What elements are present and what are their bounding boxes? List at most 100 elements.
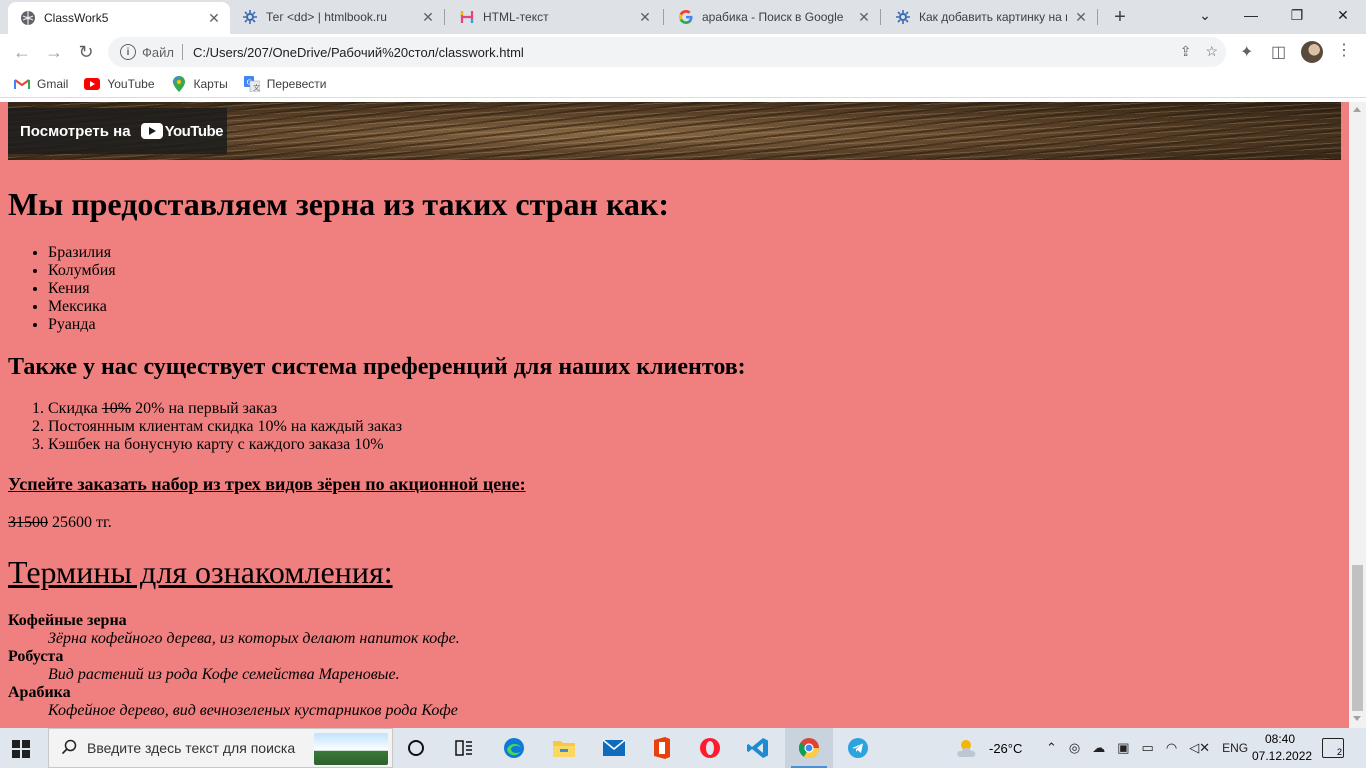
list-item: Колумбия xyxy=(48,262,116,280)
glossary-definition: Кофейное дерево, вид вечнозеленых кустар… xyxy=(48,702,458,719)
scroll-down-icon[interactable] xyxy=(1353,716,1361,721)
glossary-term: Робуста xyxy=(8,648,64,665)
input-language[interactable]: ENG xyxy=(1222,741,1248,755)
old-discount: 10% xyxy=(101,400,132,417)
edge-icon[interactable] xyxy=(490,728,538,768)
bookmarks-bar: Gmail YouTube Карты G文 Перевести xyxy=(0,70,1366,98)
tab-htmlbook-dd[interactable]: Тег <dd> | htmlbook.ru ✕ xyxy=(230,0,444,34)
tab-html-text[interactable]: HTML-текст ✕ xyxy=(447,0,661,34)
svg-text:文: 文 xyxy=(253,83,260,92)
youtube-play-icon xyxy=(140,123,163,139)
display-icon[interactable]: ▣ xyxy=(1117,740,1129,756)
scroll-thumb[interactable] xyxy=(1352,565,1363,711)
tab-google-search[interactable]: арабика - Поиск в Google ✕ xyxy=(666,0,880,34)
system-clock[interactable]: 08:40 07.12.2022 xyxy=(1252,731,1313,765)
notification-center-icon[interactable]: 2 xyxy=(1322,738,1344,758)
close-tab-icon[interactable]: ✕ xyxy=(856,9,872,25)
tab-search-icon[interactable]: ⌄ xyxy=(1182,0,1228,30)
tab-title: Тег <dd> | htmlbook.ru xyxy=(266,10,387,24)
youtube-icon xyxy=(84,77,101,91)
close-tab-icon[interactable]: ✕ xyxy=(637,9,653,25)
windows-start-icon[interactable] xyxy=(12,740,30,758)
tab-classwork5[interactable]: ClassWork5 ✕ xyxy=(8,2,230,34)
bookmark-star-icon[interactable]: ☆ xyxy=(1205,43,1218,60)
page-scrollbar[interactable] xyxy=(1349,102,1366,728)
close-tab-icon[interactable]: ✕ xyxy=(206,10,222,26)
telegram-icon[interactable] xyxy=(834,728,882,768)
vscode-icon[interactable] xyxy=(734,728,782,768)
minimize-icon[interactable]: — xyxy=(1228,0,1274,30)
bookmark-label: Перевести xyxy=(266,76,327,91)
glossary: Кофейные зерна Зёрна кофейного дерева, и… xyxy=(8,612,460,720)
list-item: Кения xyxy=(48,280,116,298)
extensions-icon[interactable]: ✦ xyxy=(1240,42,1253,62)
clock-date: 07.12.2022 xyxy=(1252,749,1313,763)
old-price: 31500 xyxy=(8,514,48,531)
mail-icon[interactable] xyxy=(590,728,638,768)
close-tab-icon[interactable]: ✕ xyxy=(1073,9,1089,25)
volume-muted-icon[interactable]: ◁✕ xyxy=(1189,740,1210,756)
security-icon[interactable]: ◎ xyxy=(1069,740,1080,756)
menu-icon[interactable]: ⋮ xyxy=(1336,40,1352,60)
weather-widget[interactable]: -26°C xyxy=(955,728,1022,768)
list-item: Мексика xyxy=(48,298,116,316)
system-tray: ⌃ ◎ ☁ ▣ ▭ ◠ ◁✕ ENG xyxy=(1046,728,1248,768)
side-panel-icon[interactable]: ◫ xyxy=(1271,42,1286,62)
bookmark-maps[interactable]: Карты xyxy=(171,75,228,92)
preferences-list: Скидка 10% 20% на первый заказ Постоянны… xyxy=(48,400,402,454)
tab-title: ClassWork5 xyxy=(44,11,109,25)
watch-label: Посмотреть на xyxy=(20,122,131,140)
preferences-heading: Также у нас существует система преференц… xyxy=(8,354,746,380)
show-hidden-icons-icon[interactable]: ⌃ xyxy=(1046,740,1057,756)
watch-on-youtube-button[interactable]: Посмотреть на YouTube xyxy=(8,108,227,154)
close-tab-icon[interactable]: ✕ xyxy=(420,9,436,25)
forward-icon[interactable]: → xyxy=(40,38,68,66)
battery-icon[interactable]: ▭ xyxy=(1142,740,1154,756)
bookmark-label: Gmail xyxy=(37,76,69,91)
promo-heading: Успейте заказать набор из трех видов зёр… xyxy=(8,474,526,494)
translate-icon: G文 xyxy=(243,75,260,92)
file-explorer-icon[interactable] xyxy=(540,728,588,768)
cortana-icon[interactable] xyxy=(392,728,440,768)
omnibox-divider xyxy=(181,44,183,60)
bookmark-label: YouTube xyxy=(107,76,155,91)
countries-heading: Мы предоставляем зерна из таких стран ка… xyxy=(8,186,669,222)
onedrive-icon[interactable]: ☁ xyxy=(1092,740,1105,756)
terms-heading: Термины для ознакомления: xyxy=(8,554,393,590)
scroll-up-icon[interactable] xyxy=(1353,107,1361,112)
svg-text:G: G xyxy=(246,78,251,86)
task-view-icon[interactable] xyxy=(440,728,488,768)
share-icon[interactable]: ⇪ xyxy=(1180,43,1192,60)
glossary-term: Арабика xyxy=(8,684,71,701)
bookmark-youtube[interactable]: YouTube xyxy=(84,76,155,91)
back-icon[interactable]: ← xyxy=(8,38,36,66)
site-info-icon[interactable]: i xyxy=(120,44,136,60)
taskbar-search-box[interactable]: Введите здесь текст для поиска xyxy=(48,728,393,768)
embedded-youtube-video[interactable]: Посмотреть на YouTube xyxy=(8,102,1341,160)
tab-separator xyxy=(880,9,881,25)
address-bar[interactable]: i Файл C:/Users/207/OneDrive/Рабочий%20с… xyxy=(108,37,1226,67)
reload-icon[interactable]: ↻ xyxy=(72,38,100,66)
tab-add-picture[interactable]: Как добавить картинку на в ✕ xyxy=(883,0,1097,34)
gmail-icon xyxy=(14,77,30,91)
list-item: Бразилия xyxy=(48,244,116,262)
countries-list: Бразилия Колумбия Кения Мексика Руанда xyxy=(48,244,116,334)
new-tab-button[interactable]: + xyxy=(1108,5,1132,29)
office-icon[interactable] xyxy=(638,728,686,768)
htmlbook-icon xyxy=(895,9,911,25)
new-price: 25600 тг. xyxy=(48,514,112,531)
youtube-logo: YouTube xyxy=(140,123,224,140)
clock-time: 08:40 xyxy=(1264,732,1296,746)
bookmark-translate[interactable]: G文 Перевести xyxy=(243,75,327,92)
search-placeholder: Введите здесь текст для поиска xyxy=(87,740,296,756)
restore-icon[interactable]: ❐ xyxy=(1274,0,1320,30)
tab-title: HTML-текст xyxy=(483,10,549,24)
tab-separator xyxy=(444,9,445,25)
bookmark-gmail[interactable]: Gmail xyxy=(14,77,68,91)
opera-icon[interactable] xyxy=(686,728,734,768)
profile-avatar[interactable] xyxy=(1301,41,1323,63)
url-text[interactable]: C:/Users/207/OneDrive/Рабочий%20стол/cla… xyxy=(193,45,524,60)
chrome-icon[interactable] xyxy=(785,728,833,768)
wifi-icon[interactable]: ◠ xyxy=(1166,740,1177,756)
close-window-icon[interactable]: ✕ xyxy=(1320,0,1366,30)
